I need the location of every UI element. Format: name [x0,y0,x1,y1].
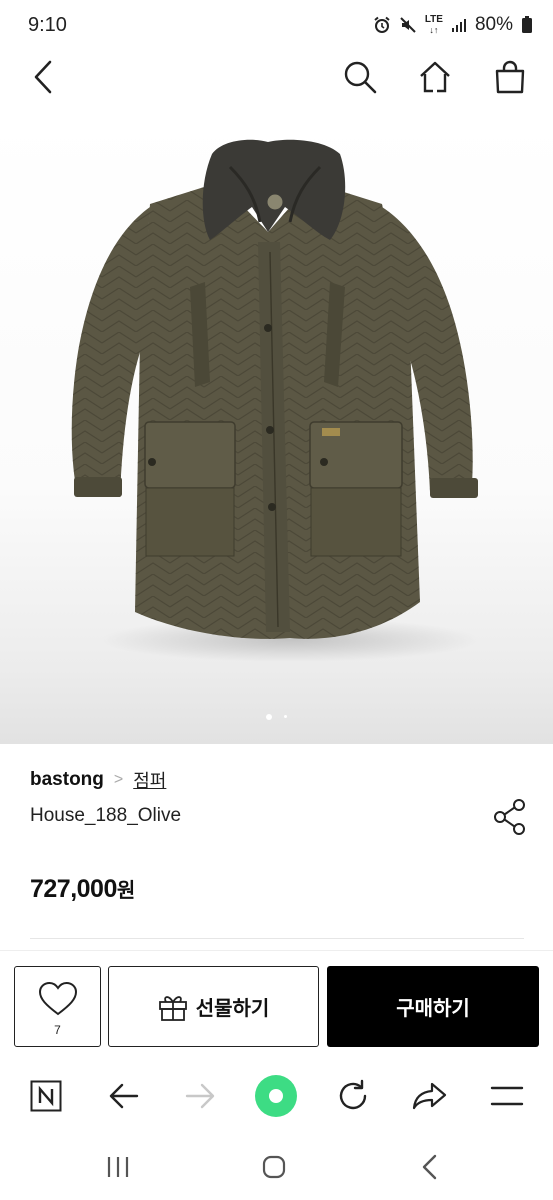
category-link[interactable]: 점퍼 [133,767,166,793]
coat-image [71,139,480,662]
share-icon [494,799,525,835]
shopping-bag-button[interactable] [485,52,535,102]
browser-back-button[interactable] [102,1074,146,1118]
hamburger-menu-icon [490,1086,524,1106]
status-icons: LTE ↓↑ 80% [373,12,533,38]
recent-apps-button[interactable] [98,1149,138,1185]
pager-dot-active [266,714,272,720]
arrow-left-icon [109,1083,139,1109]
lte-indicator: LTE ↓↑ [424,14,443,36]
battery-percent: 80% [474,14,513,35]
share-button[interactable] [492,798,528,836]
forward-share-icon [412,1082,447,1110]
naver-n-icon [30,1080,62,1112]
alarm-icon [374,16,390,33]
status-time: 9:10 [28,14,67,36]
naver-home-button[interactable] [24,1074,68,1118]
home-button[interactable] [410,52,460,102]
price-value: 727,000 [30,875,117,903]
gift-icon [158,995,187,1021]
menu-button[interactable] [485,1074,529,1118]
product-name: House_188_Olive [30,805,182,826]
chevron-left-icon [422,1154,437,1180]
product-image[interactable] [0,112,553,744]
heart-icon [38,981,78,1016]
battery-icon [522,16,532,33]
browser-forward-button[interactable] [178,1074,222,1118]
mute-icon [400,17,416,33]
gift-button[interactable]: 선물하기 [108,966,319,1047]
breadcrumb: bastong > 점퍼 [30,767,166,793]
like-count: 7 [54,1023,61,1037]
chevron-right-icon: > [113,771,124,788]
buy-label: 구매하기 [396,998,470,1020]
divider [30,938,524,939]
browser-share-button[interactable] [408,1074,452,1118]
network-type: LTE [424,14,443,25]
like-button[interactable]: 7 [14,966,101,1047]
signal-icon [451,19,466,32]
shopping-bag-icon [495,60,525,94]
search-icon [344,61,377,94]
search-button[interactable] [335,52,385,102]
image-pager [0,714,553,720]
product-price: 727,000원 [30,874,135,904]
green-dot-icon [255,1075,297,1117]
price-unit: 원 [116,880,135,902]
back-icon [34,60,52,94]
recent-apps-icon [107,1157,129,1177]
home-icon [420,61,450,93]
arrow-right-icon [185,1083,215,1109]
gift-label: 선물하기 [195,998,270,1020]
reload-icon [339,1079,367,1110]
brand-link[interactable]: bastong [30,769,104,791]
buy-button[interactable]: 구매하기 [327,966,539,1047]
back-system-button[interactable] [410,1149,450,1185]
system-navigation-bar [0,1135,553,1200]
status-bar: 9:10 LTE ↓↑ 80% [0,0,553,52]
pager-dot [284,715,287,718]
reload-button[interactable] [331,1074,375,1118]
green-dot-button[interactable] [254,1074,298,1118]
top-navigation [0,52,553,112]
home-system-button[interactable] [254,1149,294,1185]
browser-toolbar [0,1060,553,1132]
back-button[interactable] [18,52,68,102]
data-arrows-icon: ↓↑ [429,25,439,35]
purchase-action-bar: 7 선물하기 구매하기 [0,950,553,1058]
home-circle-icon [262,1155,286,1179]
